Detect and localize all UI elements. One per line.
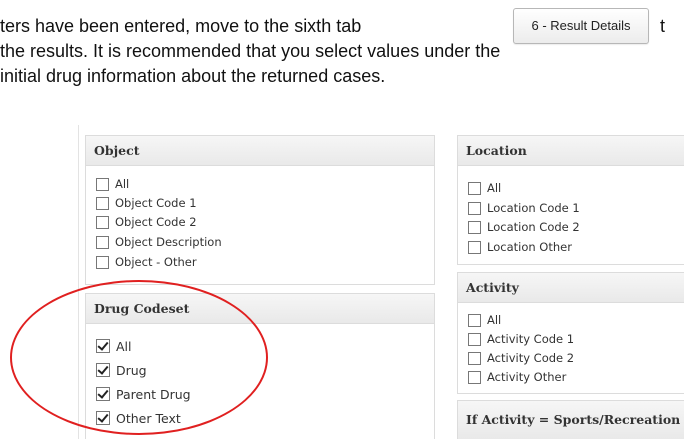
location-option-other[interactable]: Location Other (468, 239, 572, 255)
checkbox-checked[interactable] (96, 339, 110, 353)
object-option-all[interactable]: All (96, 176, 129, 192)
activity-option-code-1[interactable]: Activity Code 1 (468, 331, 574, 347)
checkbox[interactable] (96, 196, 109, 210)
activity-panel-title: Activity (458, 273, 684, 303)
divider (78, 125, 79, 439)
instruction-line-1-tail: t (660, 16, 666, 36)
checkbox[interactable] (468, 351, 481, 365)
checkbox[interactable] (468, 370, 481, 384)
checkbox[interactable] (468, 332, 481, 346)
location-option-code-1[interactable]: Location Code 1 (468, 200, 580, 216)
object-panel: Object All Object Code 1 Object Code 2 O… (85, 135, 435, 285)
drug-option-parent-drug[interactable]: Parent Drug (96, 385, 191, 403)
checkbox[interactable] (468, 313, 481, 327)
object-option-code-1[interactable]: Object Code 1 (96, 195, 197, 211)
activity-option-code-2[interactable]: Activity Code 2 (468, 350, 574, 366)
location-option-all[interactable]: All (468, 180, 501, 196)
checkbox[interactable] (468, 181, 481, 195)
drug-codeset-panel-title: Drug Codeset (86, 294, 434, 324)
instruction-line-2: the results. It is recommended that you … (0, 41, 501, 61)
activity-option-all[interactable]: All (468, 312, 501, 328)
object-option-code-2[interactable]: Object Code 2 (96, 214, 197, 230)
activity-option-other[interactable]: Activity Other (468, 369, 566, 385)
drug-option-other-text[interactable]: Other Text (96, 409, 181, 427)
checkbox-checked[interactable] (96, 363, 110, 377)
object-option-other[interactable]: Object - Other (96, 254, 197, 270)
drug-option-all[interactable]: All (96, 337, 132, 355)
result-details-tab-button[interactable]: 6 - Result Details (513, 8, 649, 44)
checkbox[interactable] (468, 240, 481, 254)
checkbox[interactable] (96, 215, 109, 229)
checkbox[interactable] (96, 177, 109, 191)
checkbox-checked[interactable] (96, 411, 110, 425)
drug-codeset-panel: Drug Codeset All Drug Parent Drug Other … (85, 293, 435, 439)
checkbox[interactable] (96, 235, 109, 249)
object-option-description[interactable]: Object Description (96, 234, 222, 250)
checkbox[interactable] (96, 255, 109, 269)
location-option-code-2[interactable]: Location Code 2 (468, 219, 580, 235)
sports-recreation-panel-title: If Activity = Sports/Recreation (458, 401, 684, 439)
drug-option-drug[interactable]: Drug (96, 361, 147, 379)
location-panel: Location All Location Code 1 Location Co… (457, 135, 684, 265)
location-panel-title: Location (458, 136, 684, 166)
checkbox-checked[interactable] (96, 387, 110, 401)
instruction-line-1: ters have been entered, move to the sixt… (0, 16, 362, 36)
object-panel-title: Object (86, 136, 434, 166)
checkbox[interactable] (468, 220, 481, 234)
checkbox[interactable] (468, 201, 481, 215)
instruction-line-3: initial drug information about the retur… (0, 66, 386, 86)
sports-recreation-panel: If Activity = Sports/Recreation (457, 400, 684, 439)
activity-panel: Activity All Activity Code 1 Activity Co… (457, 272, 684, 394)
